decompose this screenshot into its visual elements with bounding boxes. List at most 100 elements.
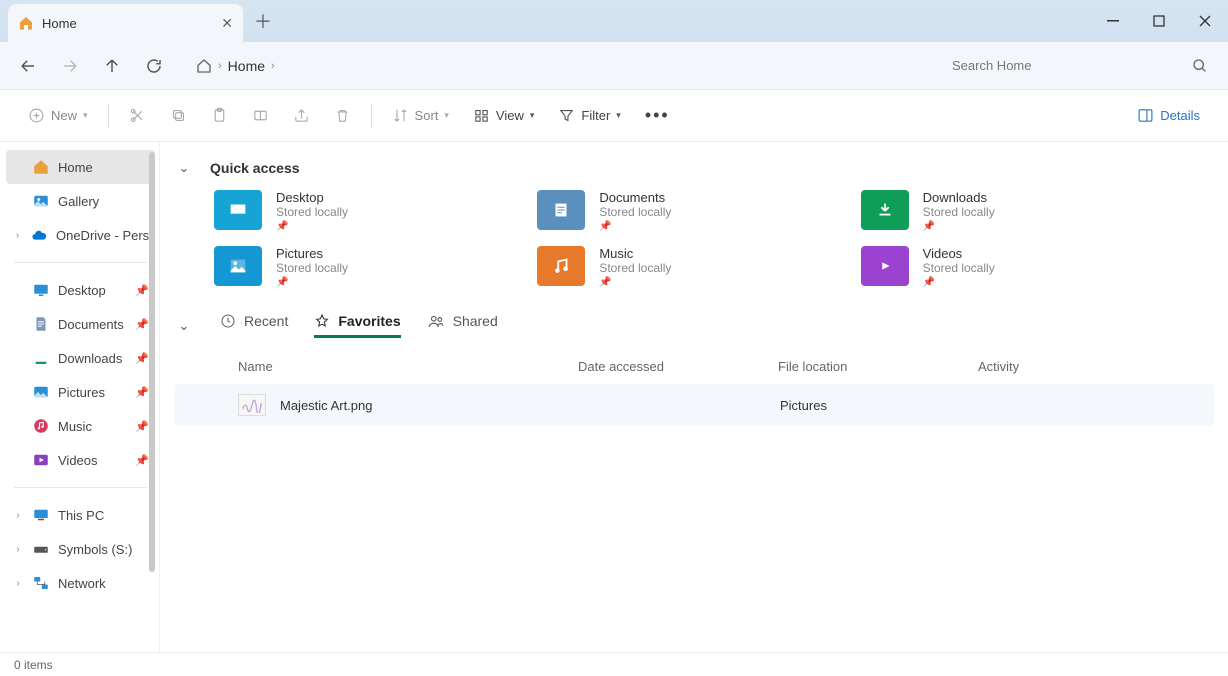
tab-home[interactable]: Home ✕	[8, 4, 243, 42]
sidebar-item-music[interactable]: Music📌	[6, 409, 155, 443]
minimize-button[interactable]	[1090, 0, 1136, 42]
clock-icon	[220, 313, 236, 329]
pin-icon: 📌	[135, 386, 149, 399]
up-button[interactable]	[92, 46, 132, 86]
chevron-right-icon[interactable]: ›	[12, 578, 24, 589]
cut-button[interactable]	[119, 98, 156, 134]
pc-icon	[32, 506, 50, 524]
tab-recent[interactable]: Recent	[220, 313, 288, 338]
pin-icon: 📌	[276, 221, 348, 232]
toolbar: New ▾ Sort ▾ View ▾ Filter ▾ ••• Details	[0, 90, 1228, 142]
quick-access-item[interactable]: Desktop Stored locally 📌	[214, 190, 517, 232]
plus-circle-icon	[28, 107, 45, 124]
sidebar-item-documents[interactable]: Documents📌	[6, 307, 155, 341]
search-input[interactable]: Search Home	[940, 49, 1220, 83]
quick-access-item[interactable]: Music Stored locally 📌	[537, 246, 840, 288]
share-button[interactable]	[283, 98, 320, 134]
breadcrumb[interactable]: › Home ›	[188, 58, 283, 74]
cloud-icon	[31, 226, 48, 244]
folder-icon	[214, 190, 262, 230]
home-icon	[18, 15, 34, 31]
qa-subtitle: Stored locally	[276, 205, 348, 219]
folder-icon	[537, 246, 585, 286]
qa-subtitle: Stored locally	[923, 261, 995, 275]
paste-button[interactable]	[201, 98, 238, 134]
col-location[interactable]: File location	[778, 359, 978, 374]
tab-shared[interactable]: Shared	[427, 312, 498, 339]
delete-button[interactable]	[324, 98, 361, 134]
new-button[interactable]: New ▾	[18, 98, 98, 134]
more-button[interactable]: •••	[635, 98, 680, 134]
videos-icon	[32, 451, 50, 469]
filter-button[interactable]: Filter ▾	[548, 98, 630, 134]
quick-access-item[interactable]: Documents Stored locally 📌	[537, 190, 840, 232]
col-activity[interactable]: Activity	[978, 359, 1214, 374]
folder-icon	[214, 246, 262, 286]
quick-access-item[interactable]: Videos Stored locally 📌	[861, 246, 1164, 288]
col-date[interactable]: Date accessed	[578, 359, 778, 374]
chevron-right-icon[interactable]: ›	[12, 230, 23, 241]
sidebar-item-home[interactable]: Home	[6, 150, 155, 184]
sidebar-item-desktop[interactable]: Desktop📌	[6, 273, 155, 307]
chevron-down-icon: ▾	[616, 110, 621, 121]
star-icon	[314, 313, 330, 329]
filter-tabs: ⌄ Recent Favorites Shared	[174, 312, 1214, 339]
quick-access-grid: Desktop Stored locally 📌 Documents Store…	[214, 190, 1164, 288]
qa-subtitle: Stored locally	[923, 205, 995, 219]
tab-title: Home	[42, 16, 77, 31]
qa-name: Documents	[599, 190, 671, 205]
chevron-down-icon[interactable]: ⌄	[174, 160, 194, 176]
sidebar-item-onedrive[interactable]: › OneDrive - Persc	[6, 218, 155, 252]
col-name[interactable]: Name	[238, 359, 578, 374]
sidebar-item-thispc[interactable]: ›This PC	[6, 498, 155, 532]
downloads-icon	[32, 349, 50, 367]
drive-icon	[32, 540, 50, 558]
folder-icon	[861, 246, 909, 286]
qa-name: Videos	[923, 246, 995, 261]
divider	[14, 487, 147, 488]
cut-icon	[129, 107, 146, 124]
close-tab-icon[interactable]: ✕	[221, 15, 233, 32]
chevron-down-icon[interactable]: ⌄	[174, 318, 194, 334]
pin-icon: 📌	[135, 352, 149, 365]
sidebar-item-symbols[interactable]: ›Symbols (S:)	[6, 532, 155, 566]
sidebar-item-downloads[interactable]: Downloads📌	[6, 341, 155, 375]
rename-button[interactable]	[242, 98, 279, 134]
qa-name: Downloads	[923, 190, 995, 205]
home-icon	[32, 158, 50, 176]
chevron-right-icon[interactable]: ›	[12, 510, 24, 521]
column-headers[interactable]: Name Date accessed File location Activit…	[174, 353, 1214, 384]
quick-access-item[interactable]: Pictures Stored locally 📌	[214, 246, 517, 288]
sidebar-item-videos[interactable]: Videos📌	[6, 443, 155, 477]
quick-access-item[interactable]: Downloads Stored locally 📌	[861, 190, 1164, 232]
address-bar: › Home › Search Home	[0, 42, 1228, 90]
breadcrumb-segment[interactable]: Home	[228, 58, 265, 74]
music-icon	[32, 417, 50, 435]
sidebar: Home Gallery › OneDrive - Persc Desktop📌…	[0, 142, 160, 652]
scrollbar[interactable]	[149, 152, 155, 572]
sidebar-item-pictures[interactable]: Pictures📌	[6, 375, 155, 409]
chevron-right-icon[interactable]: ›	[12, 544, 24, 555]
quick-access-header[interactable]: ⌄ Quick access	[174, 160, 1214, 176]
chevron-right-icon: ›	[218, 60, 222, 72]
people-icon	[427, 312, 445, 330]
close-window-button[interactable]	[1182, 0, 1228, 42]
sidebar-item-network[interactable]: ›Network	[6, 566, 155, 600]
back-button[interactable]	[8, 46, 48, 86]
forward-button[interactable]	[50, 46, 90, 86]
qa-name: Pictures	[276, 246, 348, 261]
file-row[interactable]: Majestic Art.png Pictures	[174, 384, 1214, 426]
copy-button[interactable]	[160, 98, 197, 134]
copy-icon	[170, 107, 187, 124]
details-pane-button[interactable]: Details	[1127, 98, 1210, 134]
sidebar-item-gallery[interactable]: Gallery	[6, 184, 155, 218]
tab-favorites[interactable]: Favorites	[314, 313, 400, 338]
pin-icon: 📌	[923, 221, 995, 232]
view-button[interactable]: View ▾	[463, 98, 544, 134]
maximize-button[interactable]	[1136, 0, 1182, 42]
sort-button[interactable]: Sort ▾	[382, 98, 459, 134]
folder-icon	[537, 190, 585, 230]
divider	[371, 104, 372, 128]
new-tab-button[interactable]: ＋	[243, 0, 283, 42]
refresh-button[interactable]	[134, 46, 174, 86]
